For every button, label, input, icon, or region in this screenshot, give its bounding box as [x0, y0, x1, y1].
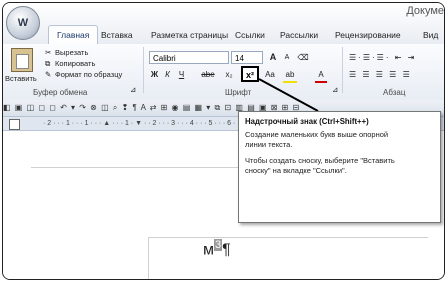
word-window: W Докуме Главная Вставка Разметка страни… [2, 2, 445, 280]
tooltip-description: Создание маленьких букв выше опорной лин… [245, 130, 389, 150]
tooltip-title: Надстрочный знак (Ctrl+Shift++) [245, 117, 369, 126]
tooltip-footnote-hint: Чтобы создать сноску, выберите "Вставить… [245, 156, 395, 176]
superscript-tooltip: Надстрочный знак (Ctrl+Shift++) Создание… [238, 111, 441, 223]
